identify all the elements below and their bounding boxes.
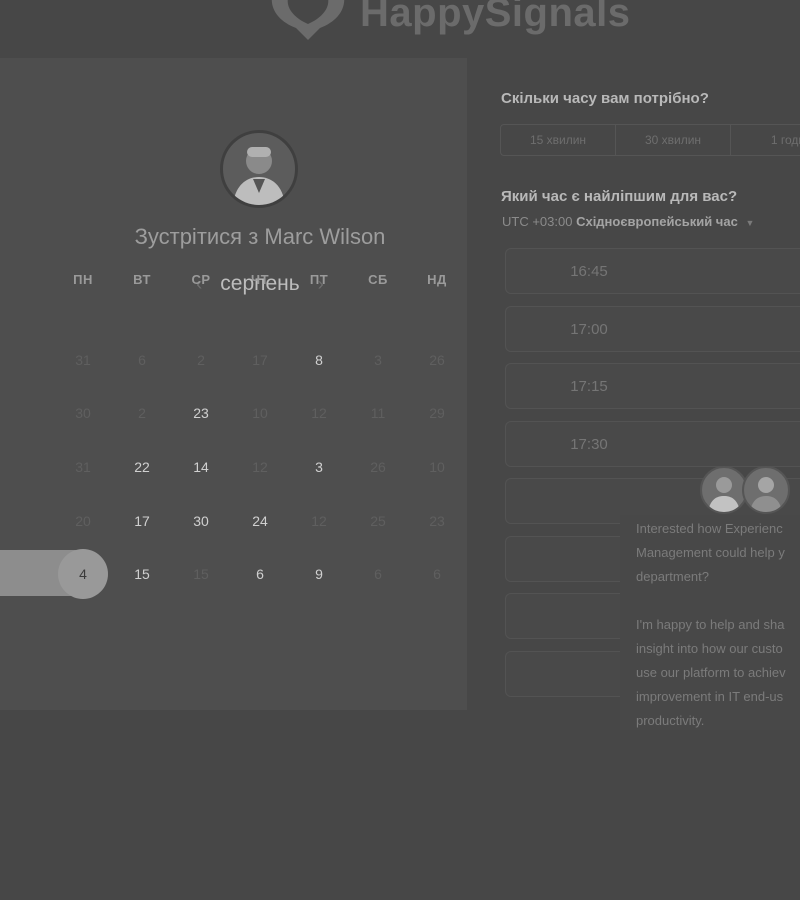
calendar-day: 6 <box>433 566 441 582</box>
calendar-day: 2 <box>197 352 205 368</box>
duration-option-30[interactable]: 30 хвилин <box>616 125 731 155</box>
weekday-label: ЧТ <box>250 272 270 287</box>
calendar-day: 10 <box>252 405 268 421</box>
calendar-panel: Зустрітися з Marc Wilson ‹ серпень › <box>0 58 467 710</box>
timezone-offset: UTC +03:00 <box>502 214 573 229</box>
weekday-label: ПТ <box>309 272 329 287</box>
person-icon <box>233 147 285 205</box>
time-slot[interactable]: 17:00 <box>505 306 800 352</box>
calendar-day[interactable]: 9 <box>297 552 341 596</box>
chat-avatars <box>700 466 792 514</box>
weekday-label: СБ <box>368 272 388 287</box>
calendar-day: 3 <box>374 352 382 368</box>
weekday-header: ПН ВТ СР ЧТ ПТ СБ НД <box>0 272 467 288</box>
calendar-day[interactable]: 15 <box>120 552 164 596</box>
caret-down-icon: ▼ <box>745 218 755 228</box>
calendar-day: 30 <box>75 405 91 421</box>
meeting-title: Зустрітися з Marc Wilson <box>134 224 386 249</box>
calendar-day: 12 <box>311 405 327 421</box>
duration-option-15[interactable]: 15 хвилин <box>501 125 616 155</box>
calendar-day: 23 <box>429 513 445 529</box>
timezone-selector[interactable]: UTC +03:00 Східноєвропейський час ▼ <box>502 214 754 229</box>
weekday-label: ПН <box>73 272 93 287</box>
brand-logo: HappySignals <box>268 0 631 42</box>
calendar-day[interactable]: 30 <box>179 499 223 543</box>
calendar-day[interactable]: 24 <box>238 499 282 543</box>
chat-message: Interested how Experienc Management coul… <box>636 521 786 728</box>
calendar-day: 6 <box>138 352 146 368</box>
duration-question: Скільки часу вам потрібно? <box>501 90 709 107</box>
time-slot[interactable]: 17:15 <box>505 363 800 409</box>
time-slot[interactable]: 16:45 <box>505 248 800 294</box>
duration-option-60[interactable]: 1 годи <box>731 125 800 155</box>
calendar-day[interactable]: 14 <box>179 445 223 489</box>
calendar-day: 25 <box>370 513 386 529</box>
calendar-day[interactable]: 23 <box>179 391 223 435</box>
calendar-day: 2 <box>138 405 146 421</box>
brand-name: HappySignals <box>360 0 631 35</box>
logo-heart-icon <box>271 0 345 40</box>
calendar-day[interactable]: 17 <box>120 499 164 543</box>
calendar-day: 6 <box>374 566 382 582</box>
time-slot[interactable]: 17:30 <box>505 421 800 467</box>
calendar-day: 26 <box>370 459 386 475</box>
selected-day[interactable]: 4 <box>58 549 108 599</box>
calendar-day: 10 <box>429 459 445 475</box>
duration-selector: 15 хвилин 30 хвилин 1 годи <box>500 124 800 156</box>
chat-agent-avatar <box>700 466 748 514</box>
calendar-day: 17 <box>252 352 268 368</box>
calendar-day: 26 <box>429 352 445 368</box>
chat-agent-avatar <box>742 466 790 514</box>
calendar-day: 31 <box>75 352 91 368</box>
calendar-day[interactable]: 6 <box>238 552 282 596</box>
weekday-label: СР <box>191 272 211 287</box>
calendar-day: 29 <box>429 405 445 421</box>
timezone-name: Східноєвропейський час <box>576 214 738 229</box>
time-question: Який час є найліпшим для вас? <box>501 188 738 205</box>
calendar-day: 11 <box>370 405 386 421</box>
host-avatar <box>220 130 298 208</box>
weekday-label: НД <box>427 272 447 287</box>
calendar-day: 31 <box>75 459 91 475</box>
person-icon <box>750 477 782 512</box>
calendar-day[interactable]: 22 <box>120 445 164 489</box>
weekday-label: ВТ <box>133 272 151 287</box>
calendar-day: 12 <box>252 459 268 475</box>
calendar-day: 12 <box>311 513 327 529</box>
calendar-day: 15 <box>193 566 209 582</box>
person-icon <box>708 477 740 512</box>
calendar-day[interactable]: 8 <box>297 338 341 382</box>
calendar-day: 20 <box>75 513 91 529</box>
calendar-day[interactable]: 3 <box>297 445 341 489</box>
